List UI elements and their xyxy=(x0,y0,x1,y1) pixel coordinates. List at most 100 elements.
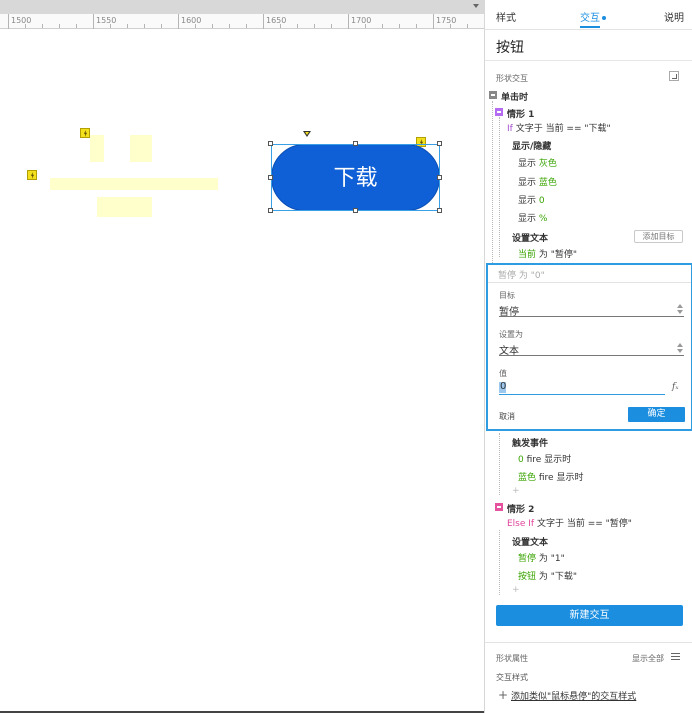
resize-handle[interactable] xyxy=(437,208,442,213)
fire-event-name: fire 显示时 xyxy=(538,473,584,483)
select-arrows-icon[interactable] xyxy=(677,343,683,353)
add-target-button[interactable]: 添加目标 xyxy=(634,230,683,243)
ruler-label: 1650 xyxy=(266,16,287,25)
cancel-button[interactable]: 取消 xyxy=(499,411,515,422)
action-set-text[interactable]: 设置文本 xyxy=(512,535,548,548)
show-label: 显示 xyxy=(518,159,537,169)
tab-notes[interactable]: 说明 xyxy=(664,9,684,24)
condition-text: 文字于 当前 == "暂停" xyxy=(536,519,632,529)
ruler-label: 1600 xyxy=(181,16,202,25)
tab-interaction-label: 交互 xyxy=(580,13,600,24)
resize-handle[interactable] xyxy=(437,141,442,146)
resize-handle[interactable] xyxy=(353,141,358,146)
set-as-label: 设置为 xyxy=(499,330,523,339)
show-label: 显示 xyxy=(518,196,537,206)
show-item[interactable]: 显示 % xyxy=(518,211,547,224)
resize-handle[interactable] xyxy=(268,141,273,146)
add-action-icon[interactable]: + xyxy=(512,486,520,496)
field-underline xyxy=(499,355,684,356)
show-label: 显示 xyxy=(518,178,537,188)
ruler-label: 1500 xyxy=(11,16,32,25)
interaction-flag-icon[interactable] xyxy=(80,128,90,138)
collapse-event-icon[interactable] xyxy=(489,91,497,99)
collapse-icon[interactable] xyxy=(669,71,679,81)
interaction-flag-icon[interactable] xyxy=(27,170,37,180)
set-text-item[interactable]: 按钮 为 "下载" xyxy=(518,569,577,582)
inspector-tabs: 样式 交互 说明 xyxy=(485,0,692,30)
resize-handle[interactable] xyxy=(437,175,442,180)
tree-line xyxy=(499,530,500,595)
show-label: 显示 xyxy=(518,214,537,224)
ok-button[interactable]: 确定 xyxy=(628,407,685,422)
value-label: 值 xyxy=(499,369,507,378)
action-show-hide[interactable]: 显示/隐藏 xyxy=(512,139,551,152)
fire-target: 蓝色 xyxy=(518,473,537,483)
set-text-target: 当前 xyxy=(518,250,537,260)
fire-item[interactable]: 0 fire 显示时 xyxy=(518,452,571,465)
top-scroll-strip xyxy=(0,0,484,14)
placeholder-shape[interactable] xyxy=(130,135,152,162)
condition-text: 文字于 当前 == "下载" xyxy=(515,124,611,134)
add-interaction-style-link[interactable]: 添加类似"鼠标悬停"的交互样式 xyxy=(511,689,636,702)
ruler-label: 1750 xyxy=(436,16,457,25)
download-button[interactable]: 下载 xyxy=(271,144,440,211)
active-dot-icon xyxy=(602,16,606,20)
set-text-item[interactable]: 暂停 为 "1" xyxy=(518,551,565,564)
case2-condition[interactable]: Else If 文字于 当前 == "暂停" xyxy=(507,516,632,529)
case1-condition[interactable]: If 文字于 当前 == "下载" xyxy=(507,121,611,134)
value-input[interactable]: 0 xyxy=(500,381,506,392)
set-text-value: 为 "暂停" xyxy=(538,250,578,260)
show-target: % xyxy=(538,214,548,224)
tab-interaction[interactable]: 交互 xyxy=(580,9,606,24)
event-name[interactable]: 单击时 xyxy=(501,90,528,103)
ruler-label: 1700 xyxy=(351,16,372,25)
fire-event-name: fire 显示时 xyxy=(526,455,572,465)
divider xyxy=(488,282,691,283)
divider xyxy=(485,60,692,61)
new-interaction-button[interactable]: 新建交互 xyxy=(496,605,683,626)
resize-handle[interactable] xyxy=(353,208,358,213)
set-text-editor: 暂停 为 "0" 目标 暂停 设置为 文本 值 0 fₓ 取消 确定 xyxy=(486,263,692,431)
case-collapse-icon[interactable] xyxy=(495,108,503,116)
editing-summary: 暂停 为 "0" xyxy=(498,271,545,281)
placeholder-shape[interactable] xyxy=(50,178,218,190)
field-underline xyxy=(499,316,684,317)
shape-properties-label: 形状属性 xyxy=(496,654,528,663)
resize-handle[interactable] xyxy=(268,208,273,213)
show-item[interactable]: 显示 灰色 xyxy=(518,156,557,169)
tab-style[interactable]: 样式 xyxy=(496,9,516,24)
case1-title[interactable]: 情形 1 xyxy=(507,107,534,120)
resize-handle[interactable] xyxy=(268,175,273,180)
case2-title[interactable]: 情形 2 xyxy=(507,502,534,515)
show-all-link[interactable]: 显示全部 xyxy=(632,653,664,664)
tree-line xyxy=(499,117,500,257)
select-arrows-icon[interactable] xyxy=(677,304,683,314)
if-keyword: If xyxy=(507,124,513,134)
section-label: 形状交互 xyxy=(496,74,528,83)
show-target: 灰色 xyxy=(538,159,557,169)
scroll-arrow-icon[interactable] xyxy=(473,4,479,8)
fx-icon[interactable]: fₓ xyxy=(672,382,679,392)
tree-line xyxy=(499,433,500,495)
placeholder-shape[interactable] xyxy=(97,197,152,217)
else-if-keyword: Else If xyxy=(507,519,535,529)
horizontal-ruler: 1500 1550 1600 1650 1700 1750 xyxy=(0,14,484,29)
widget-name[interactable]: 按钮 xyxy=(496,37,524,57)
action-fire-event[interactable]: 触发事件 xyxy=(512,436,548,449)
inspector-panel: 样式 交互 说明 按钮 形状交互 单击时 情形 1 If 文字于 当前 == "… xyxy=(484,0,692,713)
set-text-value: 为 "下载" xyxy=(538,572,578,582)
menu-icon[interactable] xyxy=(671,653,680,660)
plus-icon[interactable]: + xyxy=(498,688,508,702)
show-item[interactable]: 显示 蓝色 xyxy=(518,175,557,188)
set-text-target: 暂停 xyxy=(518,554,537,564)
add-action-icon[interactable]: + xyxy=(512,585,520,595)
fire-target: 0 xyxy=(518,455,524,465)
divider xyxy=(485,642,692,643)
canvas-area[interactable]: 1500 1550 1600 1650 1700 1750 下载 xyxy=(0,0,484,713)
case-collapse-icon[interactable] xyxy=(495,503,503,511)
show-item[interactable]: 显示 0 xyxy=(518,193,545,206)
action-set-text[interactable]: 设置文本 xyxy=(512,231,548,244)
set-text-item[interactable]: 当前 为 "暂停" xyxy=(518,247,577,260)
fire-item[interactable]: 蓝色 fire 显示时 xyxy=(518,470,583,483)
placeholder-shape[interactable] xyxy=(90,135,104,162)
